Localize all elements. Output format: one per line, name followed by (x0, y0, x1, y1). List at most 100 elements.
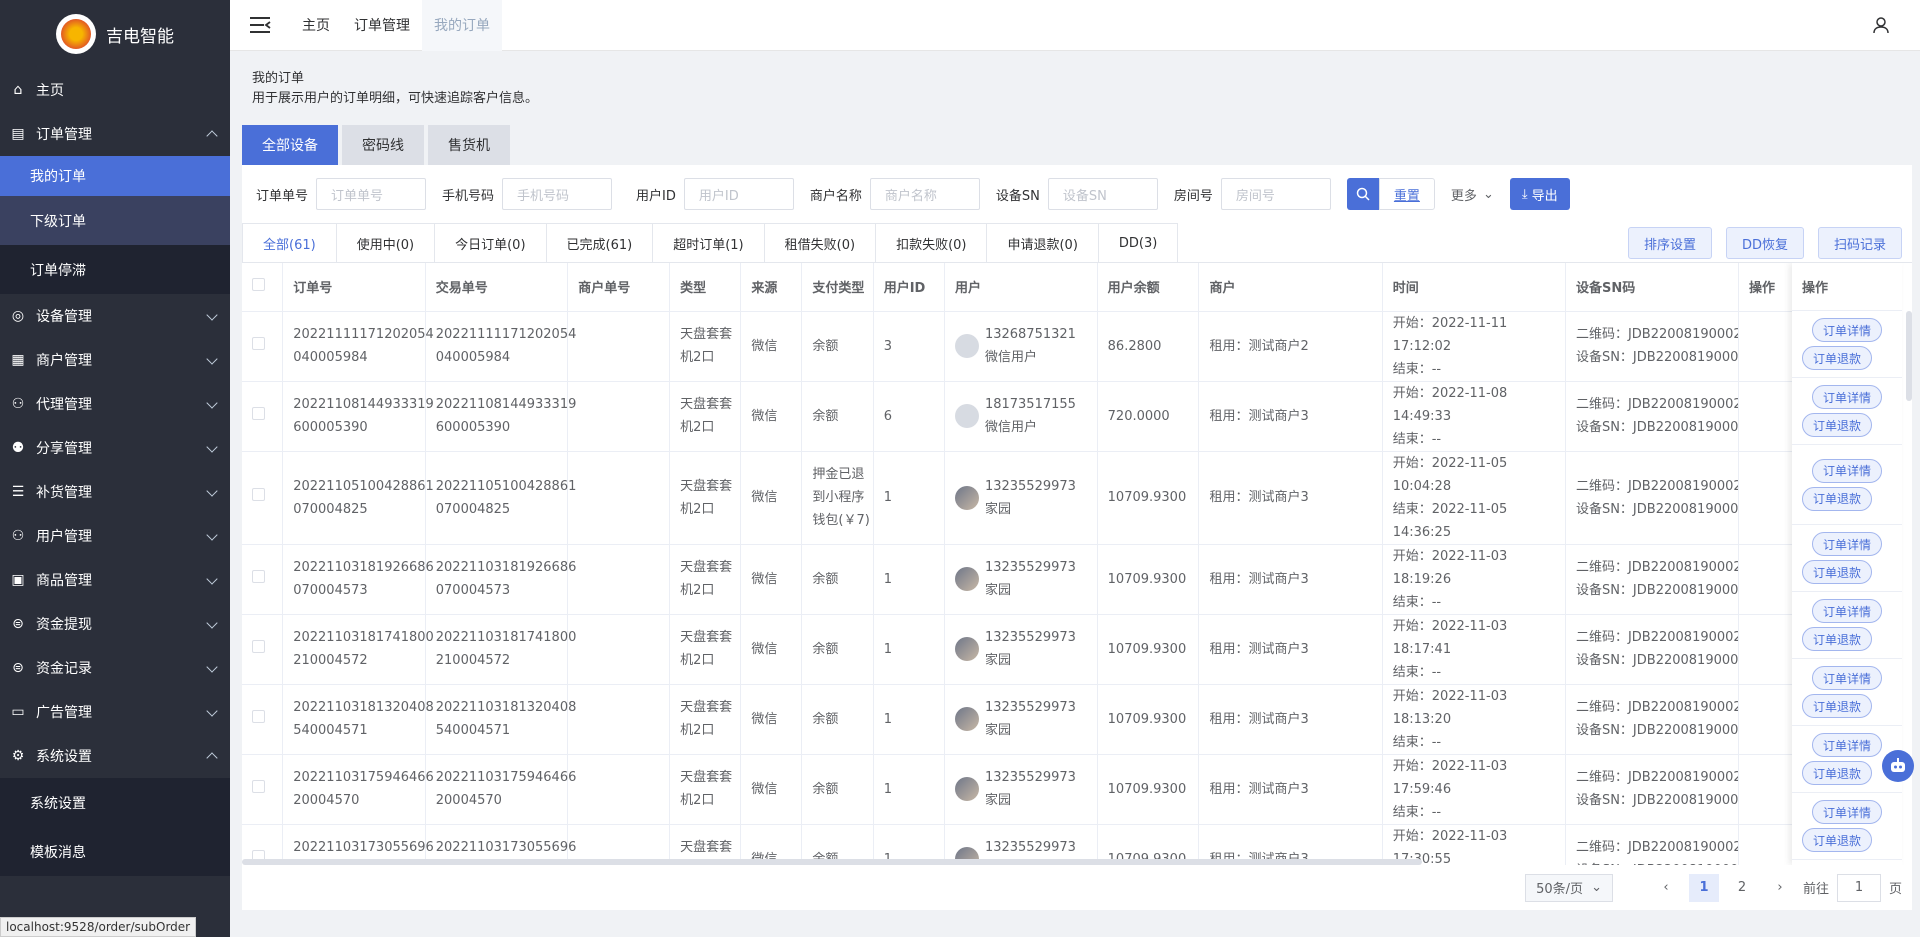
filter-label: 设备SN (995, 188, 1040, 204)
right-button[interactable]: 扫码记录 (1817, 227, 1902, 259)
merchant-no-cell (567, 381, 671, 452)
sidebar-item-3[interactable]: ▦ 商户管理 (0, 338, 230, 382)
order-refund-button[interactable]: 订单退款 (1801, 560, 1872, 584)
type-cell-line: 天盘套套 (680, 397, 733, 412)
export-button[interactable]: ⤓ 导出 (1509, 178, 1570, 210)
right-button[interactable]: 排序设置 (1627, 227, 1712, 259)
robot-assistant-icon[interactable] (1882, 750, 1914, 782)
order-refund-button[interactable]: 订单退款 (1801, 346, 1872, 370)
menu-toggle-icon[interactable] (230, 0, 290, 51)
order-refund-button[interactable]: 订单退款 (1801, 413, 1872, 437)
search-icon[interactable] (1346, 178, 1379, 210)
sidebar-item-10[interactable]: ⊜ 资金记录 (0, 646, 230, 690)
order-refund-button[interactable]: 订单退款 (1801, 694, 1872, 718)
sidebar-item-12[interactable]: ⚙ 系统设置 (0, 734, 230, 778)
device-sn: 设备SN：JDB22008190002 (1575, 501, 1739, 517)
row-checkbox[interactable] (252, 488, 265, 501)
prev-page-icon[interactable]: ‹ (1651, 874, 1681, 902)
page-size-select[interactable]: 50条/页 ⌄ (1525, 873, 1613, 902)
order-refund-button[interactable]: 订单退款 (1801, 828, 1872, 852)
vertical-scrollbar[interactable] (1906, 311, 1912, 401)
trade-no-cell-line: 040005984 (435, 350, 511, 365)
sidebar-item-5[interactable]: ⚉ 分享管理 (0, 426, 230, 470)
device-tab[interactable]: 全部设备 (242, 125, 338, 165)
pagination: 50条/页 ⌄ ‹ 1 2 › 前往 1 页 (242, 865, 1912, 910)
start-time: 开始：2022-11-03 18:13:20 (1392, 688, 1508, 727)
device-tab[interactable]: 售货机 (428, 125, 510, 165)
merchant-no-cell (567, 311, 671, 382)
order-detail-button[interactable]: 订单详情 (1811, 318, 1882, 342)
filter-input[interactable]: 订单单号 (316, 178, 427, 210)
order-detail-button[interactable]: 订单详情 (1811, 599, 1882, 623)
user-info: 13235529973 家园 (954, 475, 1097, 521)
sidebar-subitem[interactable]: 下级订单 (0, 196, 230, 245)
order-refund-button[interactable]: 订单退款 (1801, 761, 1872, 785)
sidebar-item-1[interactable]: ▤ 订单管理 (0, 112, 230, 156)
filter-input[interactable]: 设备SN (1047, 178, 1158, 210)
order-no-cell-line: 20221108144933319 (293, 397, 434, 412)
sidebar-item-9[interactable]: ⊜ 资金提现 (0, 602, 230, 646)
topbar-tab-myorder[interactable]: 我的订单 (422, 0, 502, 51)
sidebar-item-8[interactable]: ▣ 商品管理 (0, 558, 230, 602)
topbar-tab-home[interactable]: 主页 (290, 0, 342, 51)
row-checkbox[interactable] (252, 639, 265, 653)
device-tab[interactable]: 密码线 (342, 125, 424, 165)
row-checkbox[interactable] (252, 709, 265, 723)
row-checkbox[interactable] (252, 406, 265, 420)
status-tab[interactable]: 超时订单(1) (652, 223, 765, 262)
device-sn-cell: 二维码：JDB22008190002 设备SN：JDB22008190002 (1565, 824, 1740, 865)
row-checkbox[interactable] (252, 779, 265, 793)
status-tab[interactable]: 租借失败(0) (763, 223, 877, 262)
sidebar-item-11[interactable]: ▭ 广告管理 (0, 690, 230, 734)
page-size-label: 50条/页 (1536, 882, 1584, 897)
sidebar-subitem[interactable]: 模板消息 (0, 827, 230, 876)
sidebar-item-6[interactable]: ☰ 补货管理 (0, 470, 230, 514)
user-icon[interactable] (1872, 16, 1890, 38)
sidebar-item-0[interactable]: ⌂ 主页 (0, 68, 230, 112)
horizontal-scrollbar[interactable] (242, 859, 1422, 865)
filter-input[interactable]: 手机号码 (502, 178, 613, 210)
goto-input[interactable]: 1 (1836, 873, 1881, 902)
sidebar-subitem[interactable]: 订单停滞 (0, 245, 230, 294)
order-detail-button[interactable]: 订单详情 (1811, 733, 1882, 757)
filter-input[interactable]: 房间号 (1220, 178, 1331, 210)
sidebar-subitem[interactable]: 系统设置 (0, 778, 230, 827)
order-detail-button[interactable]: 订单详情 (1811, 800, 1882, 824)
sidebar-subitem[interactable]: 我的订单 (0, 156, 230, 196)
brand-logo[interactable]: 吉电智能 (0, 0, 230, 68)
status-tab[interactable]: 使用中(0) (335, 223, 436, 262)
filter-input[interactable]: 商户名称 (869, 178, 980, 210)
status-tab[interactable]: 扣款失败(0) (875, 223, 988, 262)
next-page-icon[interactable]: › (1765, 874, 1795, 902)
topbar-tab-order[interactable]: 订单管理 (342, 0, 422, 51)
status-tab[interactable]: 今日订单(0) (434, 223, 547, 262)
page-1[interactable]: 1 (1688, 873, 1719, 902)
sidebar-item-4[interactable]: ⚇ 代理管理 (0, 382, 230, 426)
sidebar-item-7[interactable]: ⚇ 用户管理 (0, 514, 230, 558)
status-tab[interactable]: 已完成(61) (545, 223, 654, 262)
merchant-cell: 租用：测试商户3 (1198, 614, 1383, 685)
order-refund-button[interactable]: 订单退款 (1801, 486, 1872, 511)
order-detail-button[interactable]: 订单详情 (1811, 666, 1882, 690)
status-tab[interactable]: DD(3) (1097, 223, 1179, 262)
filter-input[interactable]: 用户ID (683, 178, 794, 210)
row-checkbox[interactable] (252, 336, 265, 350)
order-detail-button[interactable]: 订单详情 (1811, 458, 1882, 483)
row-checkbox[interactable] (252, 569, 265, 583)
order-detail-button[interactable]: 订单详情 (1811, 385, 1882, 409)
select-all-checkbox[interactable] (252, 278, 265, 292)
status-tab[interactable]: 申请退款(0) (986, 223, 1099, 262)
user-phone: 18173517155 (984, 397, 1076, 412)
user-text: 13235529973 家园 (985, 626, 1076, 672)
order-detail-button[interactable]: 订单详情 (1811, 532, 1882, 556)
source-cell: 微信 (740, 451, 803, 545)
more-dropdown[interactable]: 更多 ⌄ (1451, 185, 1494, 204)
reset-button[interactable]: 重置 (1378, 178, 1435, 210)
sidebar-item-2[interactable]: ◎ 设备管理 (0, 294, 230, 338)
right-button[interactable]: DD恢复 (1725, 227, 1804, 259)
op-cell: 订单详情订单退款 (1792, 659, 1902, 726)
pay-type-cell: 余额 (801, 754, 874, 825)
page-2[interactable]: 2 (1727, 874, 1757, 902)
order-refund-button[interactable]: 订单退款 (1801, 627, 1872, 651)
status-tab[interactable]: 全部(61) (242, 223, 337, 262)
